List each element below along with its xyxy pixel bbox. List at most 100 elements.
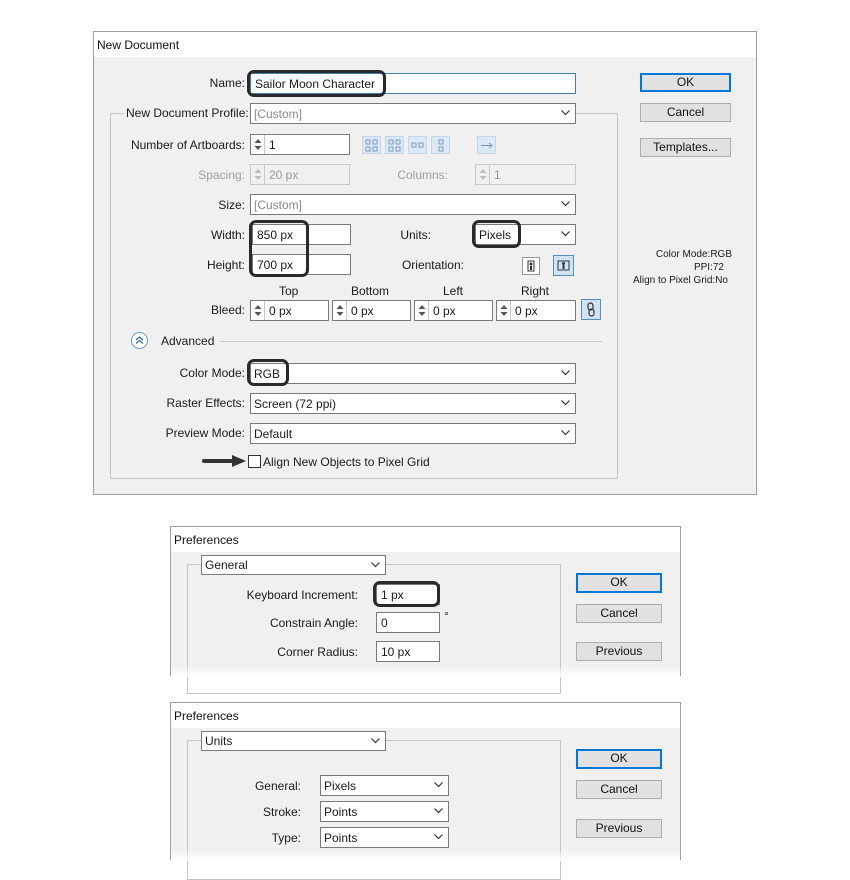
arrow-icon[interactable]: [477, 136, 496, 154]
bleed-label: Bleed:: [210, 303, 245, 317]
general-units-value: Pixels: [324, 779, 357, 793]
dialog-title: Preferences: [171, 703, 680, 728]
bleed-top-value: 0 px: [269, 304, 292, 318]
bleed-right-input[interactable]: 0 px: [496, 300, 576, 321]
color-mode-select[interactable]: RGB: [250, 363, 576, 384]
dialog-title: New Document: [94, 32, 756, 57]
preview-mode-select[interactable]: Default: [250, 423, 576, 444]
artboards-value: 1: [269, 138, 276, 152]
advanced-divider: [220, 341, 602, 342]
bleed-top-header: Top: [279, 284, 299, 298]
section-select[interactable]: General: [201, 555, 386, 575]
fade-overlay: [171, 665, 680, 677]
spinner-icon[interactable]: [251, 135, 265, 154]
preview-mode-value: Default: [254, 427, 293, 441]
section-value: General: [205, 558, 248, 572]
orientation-label: Orientation:: [401, 258, 464, 272]
constrain-angle-input[interactable]: 0: [376, 612, 440, 633]
spinner-icon[interactable]: [415, 301, 429, 320]
raster-effects-value: Screen (72 ppi): [254, 397, 337, 411]
color-mode-label: Color Mode:: [179, 366, 245, 380]
keyboard-increment-label: Keyboard Increment:: [246, 588, 358, 602]
units-label: Units:: [400, 228, 431, 242]
collapse-icon[interactable]: [131, 332, 148, 349]
bleed-bottom-header: Bottom: [351, 284, 390, 298]
align-pixel-grid-label: Align New Objects to Pixel Grid: [263, 455, 430, 469]
profile-label: New Document Profile:: [124, 106, 251, 120]
chevron-down-icon: [430, 802, 448, 821]
chevron-down-icon: [557, 364, 575, 383]
spacing-value: 20 px: [269, 168, 299, 182]
corner-radius-input[interactable]: 10 px: [376, 641, 440, 662]
type-units-select[interactable]: Points: [320, 827, 449, 848]
landscape-icon[interactable]: [553, 255, 574, 276]
chevron-down-icon: [557, 225, 575, 244]
columns-label: Columns:: [397, 168, 448, 182]
artboards-input[interactable]: 1: [250, 134, 350, 155]
ok-button[interactable]: OK: [576, 573, 662, 593]
ok-button[interactable]: OK: [576, 749, 662, 769]
cancel-button[interactable]: Cancel: [640, 103, 731, 122]
bleed-left-input[interactable]: 0 px: [414, 300, 493, 321]
spinner-icon[interactable]: [251, 301, 265, 320]
bleed-top-input[interactable]: 0 px: [250, 300, 329, 321]
units-select[interactable]: Pixels: [475, 224, 576, 245]
grid-by-column-icon[interactable]: [385, 136, 404, 154]
chevron-down-icon: [557, 424, 575, 443]
portrait-icon[interactable]: [522, 257, 540, 275]
width-input[interactable]: 850 px: [252, 224, 351, 245]
degree-sign: °: [444, 609, 449, 623]
keyboard-increment-input[interactable]: 1 px: [376, 584, 440, 605]
ok-button[interactable]: OK: [640, 73, 731, 92]
profile-select[interactable]: [Custom]: [250, 103, 576, 124]
bleed-right-value: 0 px: [515, 304, 538, 318]
bleed-left-value: 0 px: [433, 304, 456, 318]
cancel-button[interactable]: Cancel: [576, 780, 662, 799]
corner-radius-label: Corner Radius:: [277, 645, 358, 659]
link-icon[interactable]: [581, 299, 601, 320]
fade-overlay: [171, 849, 680, 861]
templates-button[interactable]: Templates...: [640, 138, 731, 157]
arrange-by-row-icon[interactable]: [408, 136, 427, 154]
spinner-icon: [476, 165, 490, 184]
document-name-input[interactable]: Sailor Moon Character: [250, 73, 576, 94]
align-pixel-grid-checkbox[interactable]: [248, 455, 261, 468]
stroke-units-select[interactable]: Points: [320, 801, 449, 822]
type-units-value: Points: [324, 831, 358, 845]
columns-input: 1: [475, 164, 576, 185]
bleed-left-header: Left: [443, 284, 464, 298]
color-mode-value: RGB: [254, 367, 281, 381]
columns-value: 1: [494, 168, 501, 182]
bleed-bottom-input[interactable]: 0 px: [332, 300, 411, 321]
chevron-down-icon: [367, 556, 385, 574]
new-document-dialog: New Document Name: Sailor Moon Character…: [93, 31, 757, 495]
section-select[interactable]: Units: [201, 731, 386, 751]
preferences-general-dialog: Preferences General Keyboard Increment: …: [170, 526, 681, 694]
previous-button[interactable]: Previous: [576, 819, 662, 838]
general-units-select[interactable]: Pixels: [320, 775, 449, 796]
preferences-units-dialog: Preferences Units General: Pixels Stroke…: [170, 702, 681, 880]
spacing-label: Spacing:: [198, 168, 245, 182]
constrain-angle-label: Constrain Angle:: [269, 616, 358, 630]
spinner-icon[interactable]: [333, 301, 347, 320]
name-label: Name:: [209, 76, 245, 90]
profile-value: [Custom]: [254, 107, 303, 121]
general-units-label: General:: [254, 779, 301, 793]
stroke-units-value: Points: [324, 805, 358, 819]
advanced-label[interactable]: Advanced: [161, 334, 214, 348]
type-units-label: Type:: [271, 831, 301, 845]
size-select[interactable]: [Custom]: [250, 194, 576, 215]
chevron-down-icon: [557, 104, 575, 123]
info-align-grid: Align to Pixel Grid:No: [632, 275, 728, 286]
previous-button[interactable]: Previous: [576, 642, 662, 661]
raster-effects-label: Raster Effects:: [166, 396, 245, 410]
raster-effects-select[interactable]: Screen (72 ppi): [250, 393, 576, 414]
cancel-button[interactable]: Cancel: [576, 604, 662, 623]
spinner-icon: [251, 165, 265, 184]
width-label: Width:: [210, 228, 245, 242]
spinner-icon[interactable]: [497, 301, 511, 320]
grid-by-row-icon[interactable]: [362, 136, 381, 154]
height-input[interactable]: 700 px: [252, 254, 351, 275]
arrange-by-column-icon[interactable]: [431, 136, 450, 154]
chevron-down-icon: [430, 776, 448, 795]
